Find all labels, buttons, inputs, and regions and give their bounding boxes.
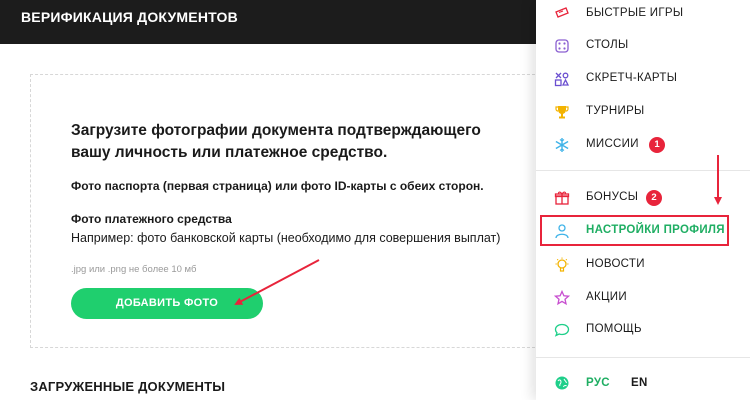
- menu-item-promotions[interactable]: АКЦИИ: [536, 285, 750, 311]
- missions-count-badge: 1: [649, 137, 665, 153]
- trophy-icon: [555, 106, 569, 119]
- menu-item-label: МИССИИ: [586, 138, 639, 150]
- profile-settings-highlight: [540, 215, 729, 246]
- menu-item-label: СКРЕТЧ-КАРТЫ: [586, 72, 678, 84]
- ticket-icon: [555, 7, 569, 18]
- menu-item-fast-games[interactable]: БЫСТРЫЕ ИГРЫ: [536, 1, 750, 27]
- add-photo-button[interactable]: ДОБАВИТЬ ФОТО: [71, 288, 263, 319]
- menu-item-tournaments[interactable]: ТУРНИРЫ: [536, 99, 750, 125]
- menu-item-help[interactable]: ПОМОЩЬ: [536, 317, 750, 343]
- gift-icon: [554, 191, 570, 205]
- menu-item-tables[interactable]: СТОЛЫ: [536, 33, 750, 59]
- star-icon: [554, 290, 570, 306]
- side-menu: БЫСТРЫЕ ИГРЫ СТОЛЫ СКРЕТЧ-КАРТЫ ТУРНИРЫ: [536, 0, 750, 400]
- menu-item-scratch-cards[interactable]: СКРЕТЧ-КАРТЫ: [536, 66, 750, 92]
- payment-method-example: Например: фото банковской карты (необход…: [71, 231, 501, 245]
- scratch-card-icon: [554, 72, 570, 87]
- snowflake-icon: [555, 138, 569, 152]
- menu-item-label: ТУРНИРЫ: [586, 105, 645, 117]
- dice-icon: [555, 39, 569, 53]
- menu-item-label: СТОЛЫ: [586, 39, 629, 51]
- menu-divider: [536, 170, 750, 171]
- lightbulb-icon: [555, 257, 569, 272]
- language-ru[interactable]: РУС: [586, 377, 610, 389]
- menu-item-news[interactable]: НОВОСТИ: [536, 252, 750, 278]
- language-en[interactable]: EN: [631, 377, 648, 389]
- menu-item-missions[interactable]: МИССИИ 1: [536, 132, 750, 158]
- menu-item-bonuses[interactable]: БОНУСЫ 2: [536, 185, 750, 211]
- uploaded-documents-title: ЗАГРУЖЕННЫЕ ДОКУМЕНТЫ: [30, 379, 226, 394]
- file-format-hint: .jpg или .png не более 10 мб: [71, 264, 197, 275]
- passport-instruction: Фото паспорта (первая страница) или фото…: [71, 179, 484, 193]
- page-title: ВЕРИФИКАЦИЯ ДОКУМЕНТОВ: [21, 9, 238, 25]
- menu-item-label: БОНУСЫ: [586, 191, 639, 203]
- payment-method-title: Фото платежного средства: [71, 212, 232, 226]
- upload-heading: Загрузите фотографии документа подтвержд…: [71, 122, 481, 161]
- menu-item-label: НОВОСТИ: [586, 258, 645, 270]
- chat-bubble-icon: [554, 323, 570, 337]
- menu-divider: [536, 357, 750, 358]
- menu-item-label: ПОМОЩЬ: [586, 323, 642, 335]
- menu-item-label: БЫСТРЫЕ ИГРЫ: [586, 7, 684, 19]
- menu-item-label: АКЦИИ: [586, 291, 627, 303]
- bonuses-count-badge: 2: [646, 190, 662, 206]
- globe-icon: [555, 376, 569, 390]
